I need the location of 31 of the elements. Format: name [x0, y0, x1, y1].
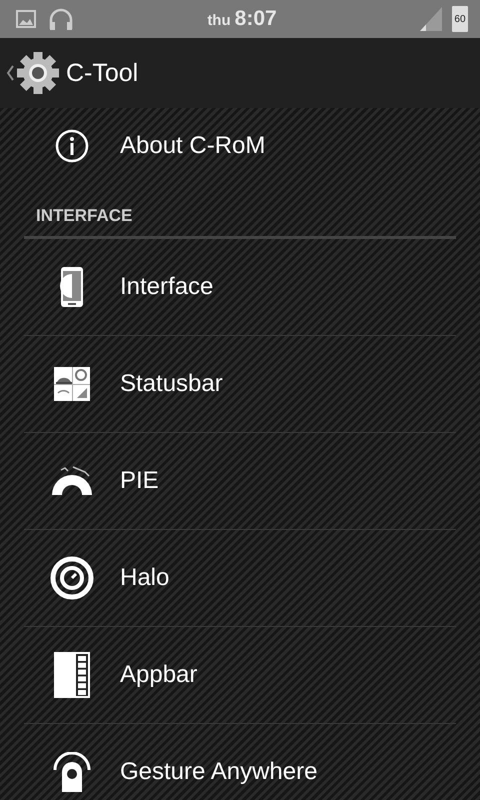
status-time: 8:07	[234, 7, 277, 31]
settings-item[interactable]: PIE	[24, 433, 456, 530]
signal-icon	[420, 7, 442, 31]
status-day: thu	[207, 12, 231, 29]
touch-icon	[52, 752, 92, 792]
settings-item[interactable]: Statusbar	[24, 336, 456, 433]
settings-item[interactable]: Appbar	[24, 627, 456, 724]
back-caret-icon	[6, 65, 14, 81]
gear-icon	[16, 51, 60, 95]
info-icon	[55, 129, 89, 163]
item-label: Interface	[120, 273, 214, 301]
item-label: Appbar	[120, 661, 198, 689]
ring-icon	[50, 556, 94, 600]
settings-item[interactable]: Interface	[24, 239, 456, 336]
item-label: Halo	[120, 564, 170, 592]
item-label: Gesture Anywhere	[120, 758, 318, 786]
phone-gear-icon	[60, 266, 84, 308]
statusbar-grid-icon	[54, 367, 90, 401]
sidebar-panel-icon	[54, 652, 90, 698]
item-label: About C-RoM	[120, 132, 266, 160]
image-icon	[16, 10, 36, 28]
battery-level: 60	[454, 14, 466, 24]
pie-arc-icon	[51, 466, 93, 496]
section-header: INTERFACE	[24, 184, 456, 239]
item-label: PIE	[120, 467, 159, 495]
app-title: C-Tool	[66, 58, 138, 88]
item-label: Statusbar	[120, 370, 223, 398]
headphones-icon	[48, 7, 74, 31]
settings-item[interactable]: Gesture Anywhere	[24, 724, 456, 800]
settings-item[interactable]: Halo	[24, 530, 456, 627]
settings-item[interactable]: About C-RoM	[24, 108, 456, 184]
